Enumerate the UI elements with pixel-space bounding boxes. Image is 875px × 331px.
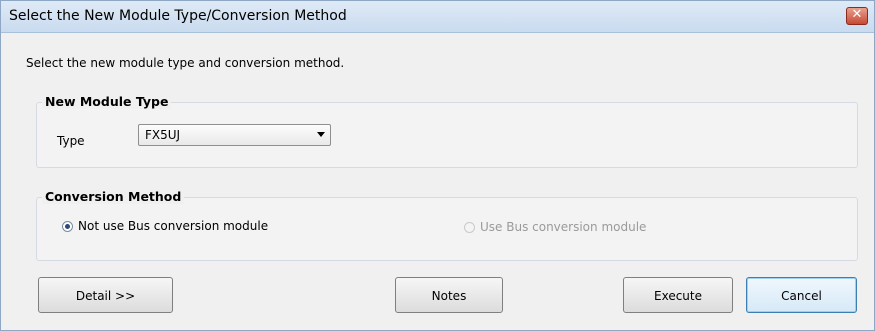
close-icon: ✕ — [851, 7, 863, 22]
radio-use-bus-conversion-label: Use Bus conversion module — [480, 220, 647, 234]
chevron-down-icon — [317, 132, 325, 137]
dialog-window: Select the New Module Type/Conversion Me… — [0, 0, 875, 331]
type-select-value: FX5UJ — [145, 128, 181, 142]
type-select[interactable]: FX5UJ — [138, 124, 331, 146]
notes-button[interactable]: Notes — [395, 277, 503, 313]
close-button[interactable]: ✕ — [846, 7, 868, 25]
window-title: Select the New Module Type/Conversion Me… — [9, 8, 347, 24]
detail-button[interactable]: Detail >> — [38, 277, 173, 313]
detail-button-label: Detail >> — [75, 289, 136, 303]
instruction-text: Select the new module type and conversio… — [26, 56, 345, 70]
radio-use-bus-conversion[interactable] — [464, 222, 475, 233]
cancel-button[interactable]: Cancel — [746, 277, 857, 313]
radio-not-use-bus-conversion[interactable] — [62, 221, 73, 232]
execute-button[interactable]: Execute — [623, 277, 733, 313]
radio-not-use-bus-conversion-label: Not use Bus conversion module — [78, 219, 269, 233]
type-label: Type — [57, 134, 85, 148]
new-module-type-title: New Module Type — [42, 94, 172, 109]
title-bar: Select the New Module Type/Conversion Me… — [1, 1, 874, 33]
cancel-button-label: Cancel — [781, 289, 822, 303]
notes-button-label: Notes — [431, 289, 467, 303]
conversion-method-title: Conversion Method — [42, 189, 185, 204]
execute-button-label: Execute — [654, 289, 702, 303]
